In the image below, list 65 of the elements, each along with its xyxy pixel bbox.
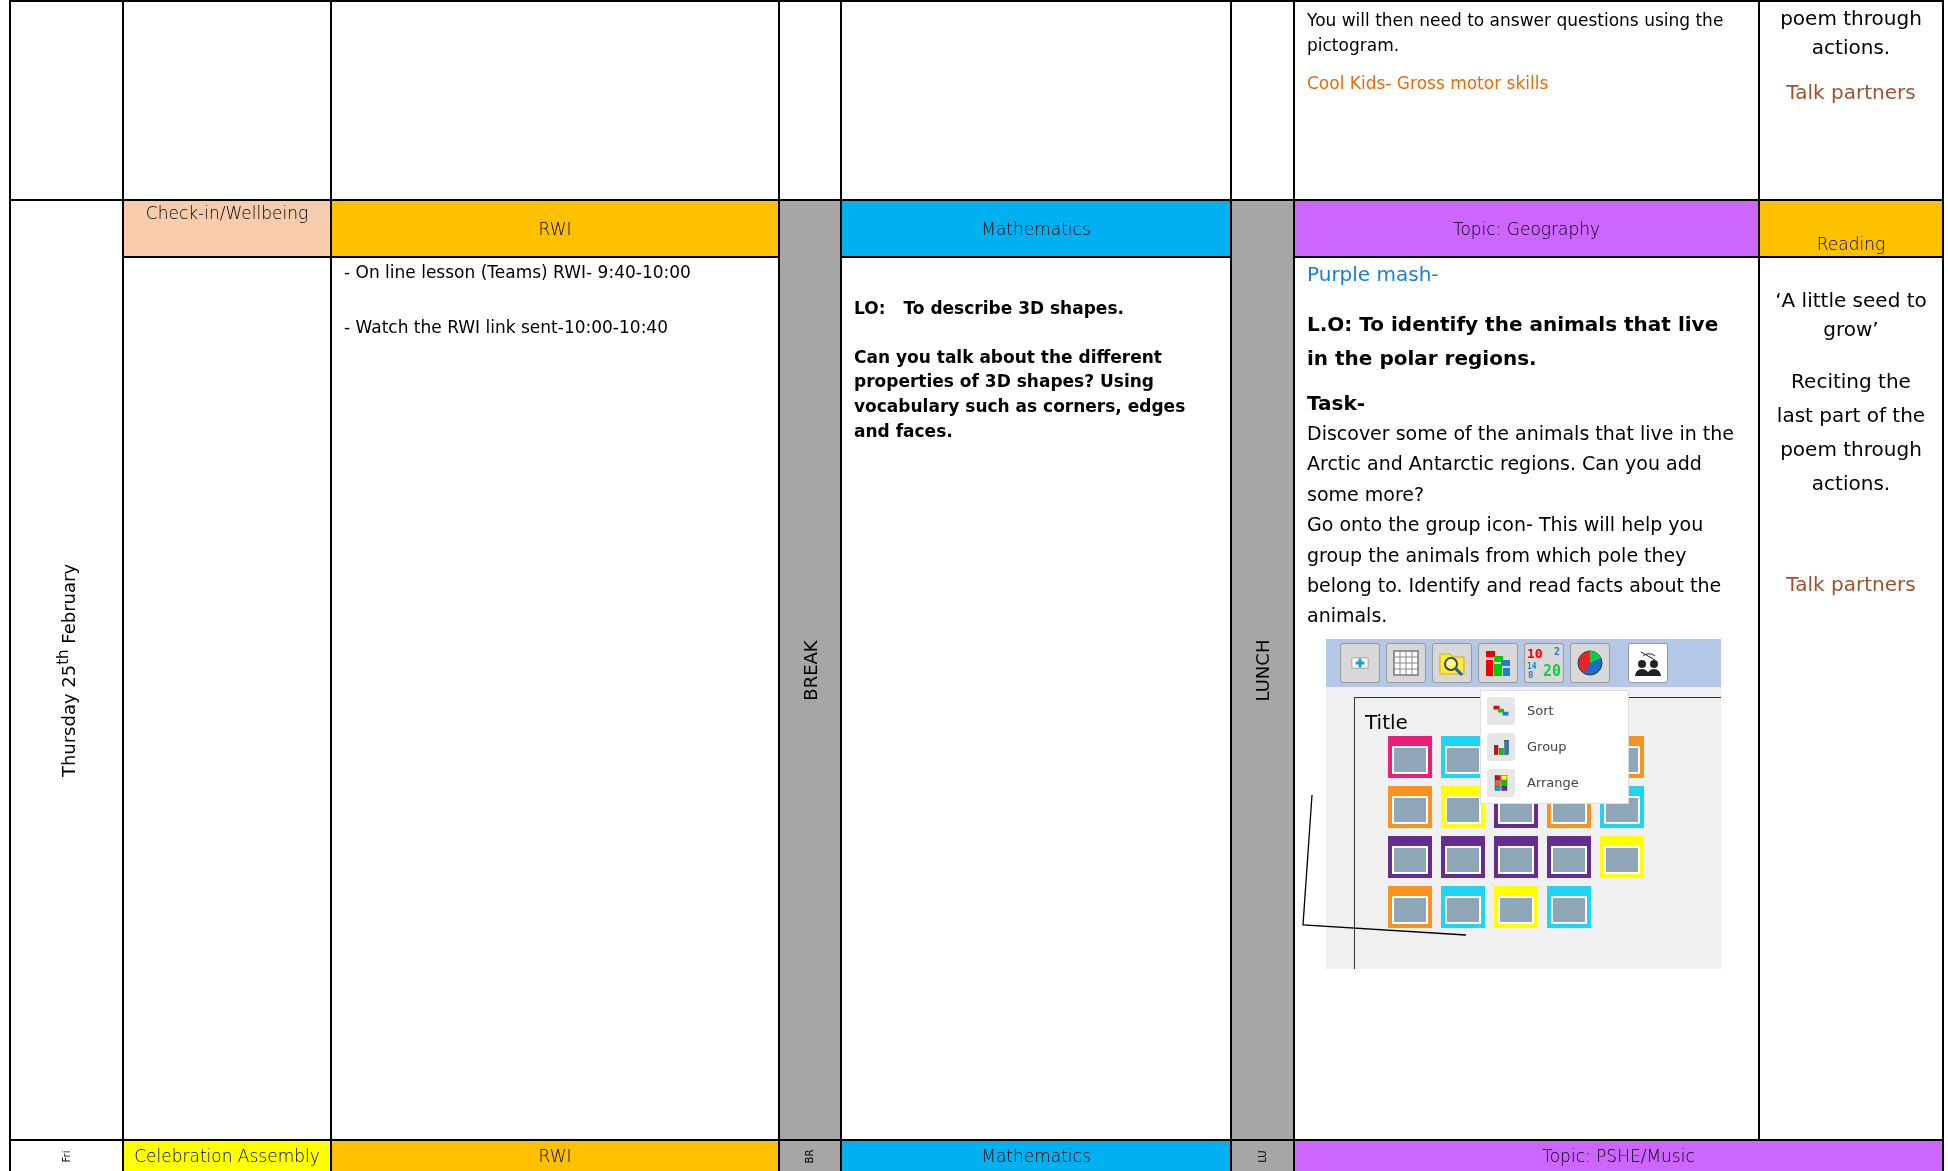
objective-label: LO:: [854, 298, 886, 318]
lesson-text: - Watch the RWI link sent-10:00-10:40: [344, 315, 669, 339]
animal-card[interactable]: [1547, 835, 1591, 878]
photo-placeholder: [1604, 845, 1640, 874]
photo-placeholder: [1445, 845, 1481, 874]
menu-icon: [1487, 732, 1515, 761]
photo-placeholder: [1551, 895, 1587, 924]
lesson-heading: RWI: [332, 1141, 780, 1171]
lesson-heading: RWI: [332, 201, 780, 258]
learning-objective: L.O: To identify the animals that live in the polar regions.: [1307, 311, 1720, 372]
search-icon[interactable]: [1432, 642, 1472, 683]
animal-card[interactable]: [1388, 735, 1432, 778]
photo-placeholder: [1392, 795, 1428, 824]
photo-placeholder: [1392, 845, 1428, 874]
lesson-heading: Reading: [1760, 201, 1944, 258]
lunch-label: LUNCH: [1252, 639, 1273, 701]
lesson-text: You will then need to answer questions using the pictogram.: [1307, 9, 1725, 57]
lesson-heading: Topic: Geography: [1295, 201, 1760, 258]
lesson-heading: Topic: PSHE/Music: [1295, 1141, 1944, 1171]
number-text: 20: [1542, 663, 1561, 679]
pie-chart-icon[interactable]: [1570, 642, 1610, 683]
break-label: BREAK: [799, 639, 821, 701]
lesson-heading: Mathematics: [842, 201, 1232, 258]
number-text: 2: [1553, 646, 1560, 657]
reading-text: poem through actions.: [1779, 5, 1923, 61]
reading-note: Talk partners: [1785, 571, 1917, 598]
lesson-heading: Check-in/Wellbeing: [124, 201, 332, 258]
lesson-heading: Mathematics: [842, 1141, 1232, 1171]
menu-icon: [1487, 768, 1515, 797]
photo-placeholder: [1498, 895, 1534, 924]
reading-text: Reciting the last part of the poem through actions.: [1775, 368, 1927, 497]
lunch-label: LU: [1257, 1149, 1268, 1163]
lesson-text: Cool Kids- Gross motor skills: [1307, 72, 1550, 96]
menu-item[interactable]: Group: [1487, 732, 1622, 761]
number-text: 10: [1527, 646, 1543, 660]
reading-text: Talk partners: [1785, 79, 1917, 106]
photo-placeholder: [1392, 895, 1428, 924]
lesson-text: - On line lesson (Teams) RWI- 9:40-10:00: [344, 261, 692, 284]
lesson-heading: Celebration Assembly: [124, 1141, 332, 1171]
task-text: Go onto the group icon- This will help you group the animals from which pole they belong to. Identify and read facts about the animals.: [1307, 512, 1723, 629]
people-icon[interactable]: [1628, 642, 1668, 683]
photo-placeholder: [1551, 845, 1587, 874]
table-icon[interactable]: [1386, 642, 1426, 683]
tool-icon[interactable]: [1340, 642, 1380, 683]
task-heading: Task-: [1307, 390, 1367, 417]
photo-placeholder: [1445, 895, 1481, 924]
photo-placeholder: [1498, 845, 1534, 874]
number-text: 14: [1527, 662, 1537, 671]
menu-item[interactable]: Sort: [1487, 696, 1622, 725]
animal-card[interactable]: [1388, 835, 1432, 878]
menu-icon: [1487, 696, 1515, 725]
photo-placeholder: [1392, 745, 1428, 774]
break-label: BR: [804, 1149, 816, 1163]
animal-card[interactable]: [1441, 835, 1485, 878]
lesson-question: Can you talk about the different properties of 3D shapes? Using vocabulary such as corners, edges and faces.: [854, 345, 1187, 443]
animal-card[interactable]: [1494, 835, 1538, 878]
menu-item[interactable]: Arrange: [1487, 768, 1622, 797]
group-icon[interactable]: [1478, 642, 1518, 683]
board-title: Title: [1365, 709, 1408, 734]
objective-text: To describe 3D shapes.: [903, 298, 1124, 318]
resource-name: Purple mash-: [1307, 261, 1440, 288]
poem-title: ‘A little seed to grow’: [1774, 287, 1928, 343]
day-label: Fri: [61, 1150, 72, 1162]
number-text: 8: [1528, 670, 1534, 680]
task-text: Discover some of the animals that live in the Arctic and Antarctic regions. Can you add some more?: [1307, 421, 1736, 507]
